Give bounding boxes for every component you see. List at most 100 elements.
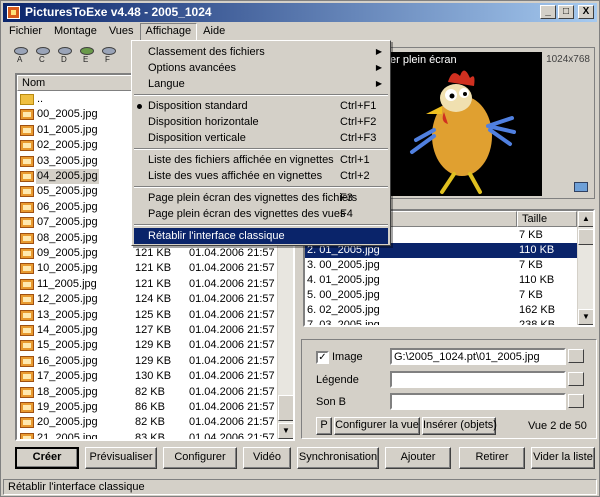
file-row[interactable]: 20_2005.jpg 82 KB 01.04.2006 21:57 — [17, 415, 279, 430]
file-row[interactable]: 16_2005.jpg 129 KB 01.04.2006 21:57 — [17, 354, 279, 369]
file-size: 86 KB — [135, 401, 165, 413]
image-checkbox[interactable]: ✓ — [316, 351, 329, 364]
slide-row[interactable]: 3. 00_2005.jpg 7 KB — [305, 258, 577, 273]
drive-c-button[interactable]: C — [33, 45, 53, 65]
clear-list-button[interactable]: Vider la liste — [531, 447, 595, 469]
file-row[interactable]: 17_2005.jpg 130 KB 01.04.2006 21:57 — [17, 369, 279, 384]
minimize-button[interactable]: _ — [540, 5, 556, 19]
submenu-arrow-icon: ▶ — [375, 63, 382, 72]
menu-option[interactable]: Rétablir l'interface classique — [134, 228, 388, 244]
file-name: 05_2005.jpg — [37, 185, 98, 198]
slide-scroll-down-button[interactable]: ▼ — [578, 309, 593, 325]
scroll-down-button[interactable]: ▼ — [278, 423, 293, 439]
file-row[interactable]: 12_2005.jpg 124 KB 01.04.2006 21:57 — [17, 292, 279, 307]
synchronization-button[interactable]: Synchronisation — [297, 447, 379, 469]
file-row[interactable]: 15_2005.jpg 129 KB 01.04.2006 21:57 — [17, 338, 279, 353]
slide-column-size[interactable]: Taille — [517, 211, 577, 227]
menu-option-label: Page plein écran des vignettes des fichi… — [148, 192, 358, 204]
menu-affichage[interactable]: Affichage — [139, 23, 198, 41]
menu-option[interactable]: Page plein écran des vignettes des fichi… — [134, 190, 388, 206]
menu-option-label: Page plein écran des vignettes des vues — [148, 208, 346, 220]
create-button[interactable]: Créer — [15, 447, 79, 469]
close-button[interactable]: X — [578, 5, 594, 19]
menu-option[interactable]: Classement des fichiers ▶ — [134, 44, 388, 60]
legend-edit-icon[interactable] — [568, 372, 584, 386]
jpg-file-icon — [20, 109, 34, 121]
configure-view-button[interactable]: Configurer la vue — [334, 417, 420, 435]
menu-aide[interactable]: Aide — [197, 23, 231, 41]
slide-size: 238 KB — [519, 319, 556, 327]
menu-option[interactable]: Disposition verticale Ctrl+F3 — [134, 130, 388, 146]
jpg-file-icon — [20, 124, 34, 136]
preview-button[interactable]: Prévisualiser — [85, 447, 157, 469]
slide-row[interactable]: 7. 03_2005.jpg 238 KB — [305, 318, 577, 327]
remove-button[interactable]: Retirer — [459, 447, 525, 469]
slide-row[interactable]: 5. 00_2005.jpg 7 KB — [305, 288, 577, 303]
slide-scroll-thumb[interactable] — [578, 229, 593, 245]
sound-field[interactable] — [390, 393, 566, 410]
maximize-button[interactable]: □ — [558, 5, 574, 19]
slide-size: 110 KB — [519, 274, 555, 286]
file-row[interactable]: 18_2005.jpg 82 KB 01.04.2006 21:57 — [17, 385, 279, 400]
legend-field[interactable] — [390, 371, 566, 388]
shortcut-label: F3 — [340, 192, 353, 204]
menu-option[interactable]: Disposition horizontale Ctrl+F2 — [134, 114, 388, 130]
drive-d-button[interactable]: D — [55, 45, 75, 65]
file-name: 03_2005.jpg — [37, 154, 98, 167]
menu-fichier[interactable]: Fichier — [3, 23, 48, 41]
menu-option[interactable]: Page plein écran des vignettes des vues F… — [134, 206, 388, 222]
menu-option[interactable]: Langue ▶ — [134, 76, 388, 92]
drive-icon — [58, 47, 72, 55]
file-row[interactable]: 10_2005.jpg 121 KB 01.04.2006 21:57 — [17, 261, 279, 276]
file-row[interactable]: 11_2005.jpg 121 KB 01.04.2006 21:57 — [17, 277, 279, 292]
menu-option[interactable]: Liste des fichiers affichée en vignettes… — [134, 152, 388, 168]
file-row[interactable]: 13_2005.jpg 125 KB 01.04.2006 21:57 — [17, 308, 279, 323]
slide-scroll-up-button[interactable]: ▲ — [578, 211, 593, 227]
slide-row[interactable]: 4. 01_2005.jpg 110 KB — [305, 273, 577, 288]
drive-a-button[interactable]: A — [11, 45, 31, 65]
file-date: 01.04.2006 21:57 — [189, 339, 275, 352]
file-name: 09_2005.jpg — [37, 247, 98, 259]
browse-image-icon[interactable] — [568, 349, 584, 363]
configure-button[interactable]: Configurer — [163, 447, 237, 469]
folder-icon — [20, 94, 34, 105]
slide-name: 4. 01_2005.jpg — [307, 274, 380, 286]
drive-icon — [102, 47, 116, 55]
slide-list-scrollbar[interactable]: ▲ ▼ — [577, 211, 593, 325]
file-name: 00_2005.jpg — [37, 108, 98, 121]
file-name: 19_2005.jpg — [37, 401, 98, 413]
p-button[interactable]: P — [316, 417, 332, 435]
file-name: 18_2005.jpg — [37, 385, 98, 398]
add-button[interactable]: Ajouter — [385, 447, 451, 469]
file-date: 01.04.2006 21:57 — [189, 324, 275, 336]
file-row[interactable]: 14_2005.jpg 127 KB 01.04.2006 21:57 — [17, 323, 279, 338]
file-row[interactable]: 21_2005.jpg 83 KB 01.04.2006 21:57 — [17, 431, 279, 439]
column-header-name[interactable]: Nom — [17, 75, 137, 91]
slide-name: 6. 02_2005.jpg — [307, 304, 380, 316]
menu-option[interactable]: Options avancées ▶ — [134, 60, 388, 76]
slide-row[interactable]: 6. 02_2005.jpg 162 KB — [305, 303, 577, 318]
menu-option[interactable]: Liste des vues affichée en vignettes Ctrl… — [134, 168, 388, 184]
jpg-file-icon — [20, 263, 34, 275]
file-row[interactable]: 09_2005.jpg 121 KB 01.04.2006 21:57 — [17, 246, 279, 261]
menu-option[interactable]: Disposition standard Ctrl+F1 — [134, 98, 388, 114]
drive-f-button[interactable]: F — [99, 45, 119, 65]
image-path-field[interactable]: G:\2005_1024.pt\01_2005.jpg — [390, 348, 566, 365]
drive-e-button[interactable]: E — [77, 45, 97, 65]
file-row[interactable]: 19_2005.jpg 86 KB 01.04.2006 21:57 — [17, 400, 279, 415]
jpg-file-icon — [20, 386, 34, 398]
jpg-file-icon — [20, 201, 34, 213]
file-name: 06_2005.jpg — [37, 200, 98, 213]
file-size: 121 KB — [135, 262, 172, 275]
insert-objects-button[interactable]: Insérer (objets) — [422, 417, 497, 435]
scroll-thumb[interactable] — [278, 395, 293, 421]
fullscreen-preview-icon[interactable] — [574, 182, 588, 192]
file-name: 20_2005.jpg — [37, 416, 98, 429]
menu-montage[interactable]: Montage — [48, 23, 103, 41]
browse-sound-icon[interactable] — [568, 394, 584, 408]
menu-vues[interactable]: Vues — [103, 23, 140, 41]
jpg-file-icon — [20, 186, 34, 198]
video-button[interactable]: Vidéo — [243, 447, 291, 469]
jpg-file-icon — [20, 432, 34, 439]
file-size: 130 KB — [135, 370, 172, 383]
